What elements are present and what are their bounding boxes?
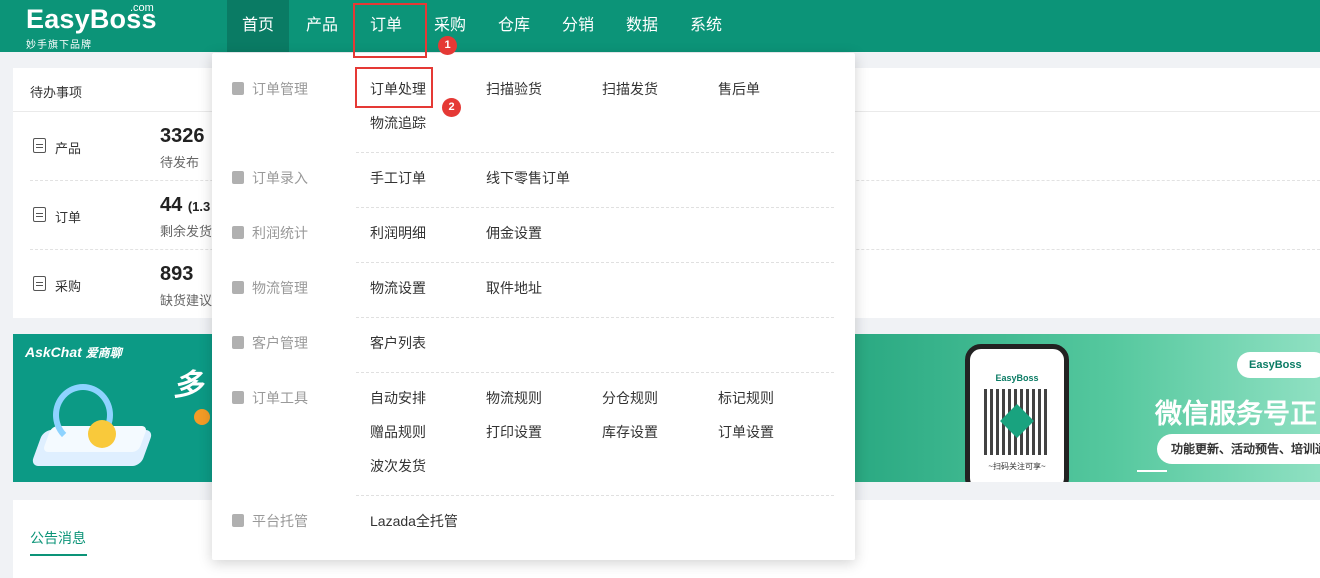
menu-order-processing[interactable]: 订单处理 bbox=[370, 79, 426, 99]
easyboss-badge: EasyBoss bbox=[1237, 352, 1320, 378]
menu-offline-retail-order[interactable]: 线下零售订单 bbox=[486, 168, 570, 188]
todo-row-sub: 缺货建议 bbox=[160, 293, 213, 308]
cat-label: 平台托管 bbox=[252, 513, 308, 529]
menu-after-sales[interactable]: 售后单 bbox=[718, 79, 760, 99]
menu-inventory-settings[interactable]: 库存设置 bbox=[602, 422, 658, 442]
nav-warehouse[interactable]: 仓库 bbox=[483, 0, 545, 52]
todo-row-value-extra: (1.3 bbox=[187, 199, 211, 214]
order-clipboard-icon bbox=[33, 207, 46, 222]
askchat-brand: AskChat 爱商聊 bbox=[25, 344, 122, 361]
wechat-banner-title: 微信服务号正 bbox=[1155, 399, 1317, 429]
todo-row-sub: 剩余发货 bbox=[160, 224, 213, 239]
phone-brand-text: EasyBoss bbox=[995, 373, 1039, 383]
cat-order-tools: 订单工具 bbox=[232, 388, 308, 408]
todo-row-number: 44 bbox=[160, 194, 183, 216]
cat-label: 订单工具 bbox=[252, 390, 308, 406]
nav-home[interactable]: 首页 bbox=[227, 0, 289, 52]
nav-system[interactable]: 系统 bbox=[675, 0, 737, 52]
logistics-truck-icon bbox=[232, 281, 244, 294]
cat-label: 利润统计 bbox=[252, 225, 308, 241]
nav-order[interactable]: 订单 bbox=[355, 0, 417, 52]
cat-order-manage: 订单管理 bbox=[232, 79, 308, 99]
askchat-banner[interactable]: AskChat 爱商聊 多 bbox=[13, 334, 213, 482]
todo-row-number: 893 bbox=[160, 263, 194, 285]
logo-subtitle: 妙手旗下品牌 bbox=[26, 40, 92, 51]
notice-tab-underline bbox=[30, 554, 87, 556]
cat-profit-stats: 利润统计 bbox=[232, 223, 308, 243]
menu-customer-list[interactable]: 客户列表 bbox=[370, 333, 426, 353]
platform-hosting-icon bbox=[232, 514, 244, 527]
phone-caption: ~扫码关注可享~ bbox=[988, 462, 1046, 471]
menu-lazada-hosting[interactable]: Lazada全托管 bbox=[370, 511, 458, 531]
product-list-icon bbox=[33, 138, 46, 153]
askchat-brand-cn: 爱商聊 bbox=[85, 346, 122, 360]
menu-divider bbox=[356, 152, 834, 153]
menu-scan-ship[interactable]: 扫描发货 bbox=[602, 79, 658, 99]
menu-scan-inspect[interactable]: 扫描验货 bbox=[486, 79, 542, 99]
todo-title: 待办事项 bbox=[30, 85, 83, 100]
menu-warehouse-rules[interactable]: 分仓规则 bbox=[602, 388, 658, 408]
menu-commission-settings[interactable]: 佣金设置 bbox=[486, 223, 542, 243]
cat-label: 物流管理 bbox=[252, 280, 308, 296]
phone-mockup: EasyBoss ~扫码关注可享~ bbox=[965, 344, 1069, 482]
todo-row-sub: 待发布 bbox=[160, 155, 200, 170]
menu-gift-rules[interactable]: 赠品规则 bbox=[370, 422, 426, 442]
menu-divider bbox=[356, 207, 834, 208]
banner-dash-decoration bbox=[1137, 470, 1167, 472]
menu-order-settings[interactable]: 订单设置 bbox=[718, 422, 774, 442]
todo-row-value[interactable]: 3326 bbox=[160, 125, 205, 148]
todo-row-number: 3326 bbox=[160, 125, 205, 147]
order-manage-icon bbox=[232, 82, 244, 95]
menu-logistics-settings[interactable]: 物流设置 bbox=[370, 278, 426, 298]
cat-label: 客户管理 bbox=[252, 335, 308, 351]
menu-mark-rules[interactable]: 标记规则 bbox=[718, 388, 774, 408]
nav-distribution[interactable]: 分销 bbox=[547, 0, 609, 52]
cat-order-entry: 订单录入 bbox=[232, 168, 308, 188]
notice-tab[interactable]: 公告消息 bbox=[30, 528, 86, 548]
menu-manual-order[interactable]: 手工订单 bbox=[370, 168, 426, 188]
order-dropdown-menu: 订单管理 订单录入 利润统计 物流管理 客户管理 订单工具 平台托管 订单处理 … bbox=[212, 53, 855, 560]
menu-print-settings[interactable]: 打印设置 bbox=[486, 422, 542, 442]
menu-logistics-tracking[interactable]: 物流追踪 bbox=[370, 113, 426, 133]
todo-row-value[interactable]: 44 (1.3 bbox=[160, 194, 210, 217]
todo-row-label: 产品 bbox=[55, 141, 82, 156]
easyboss-logo[interactable]: EasyBoss .com 妙手旗下品牌 bbox=[26, 2, 157, 51]
menu-divider bbox=[356, 262, 834, 263]
cat-label: 订单管理 bbox=[252, 81, 308, 97]
step-badge-2: 2 bbox=[442, 98, 461, 117]
step-badge-1: 1 bbox=[438, 36, 457, 55]
todo-row-label: 订单 bbox=[55, 210, 82, 225]
banner-partial-text: 多 bbox=[173, 369, 203, 402]
nav-product[interactable]: 产品 bbox=[291, 0, 353, 52]
menu-pickup-address[interactable]: 取件地址 bbox=[486, 278, 542, 298]
menu-wave-shipping[interactable]: 波次发货 bbox=[370, 456, 426, 476]
cat-platform-hosting: 平台托管 bbox=[232, 511, 308, 531]
headset-ear-graphic bbox=[88, 420, 116, 448]
profit-stats-icon bbox=[232, 226, 244, 239]
check-badge-icon bbox=[194, 409, 210, 425]
todo-row-label: 采购 bbox=[55, 279, 82, 294]
nav-data[interactable]: 数据 bbox=[611, 0, 673, 52]
menu-divider bbox=[356, 372, 834, 373]
todo-row-value[interactable]: 893 bbox=[160, 263, 193, 286]
askchat-brand-text: AskChat bbox=[25, 344, 82, 360]
wechat-service-banner[interactable]: EasyBoss ~扫码关注可享~ EasyBoss 微信服务号正 功能更新、活… bbox=[855, 334, 1320, 482]
logo-domain: .com bbox=[130, 2, 154, 14]
cat-label: 订单录入 bbox=[252, 170, 308, 186]
order-entry-icon bbox=[232, 171, 244, 184]
menu-divider bbox=[356, 495, 834, 496]
purchase-doc-icon bbox=[33, 276, 46, 291]
order-tools-icon bbox=[232, 391, 244, 404]
top-navigation-bar: EasyBoss .com 妙手旗下品牌 首页 产品 订单 采购 仓库 分销 数… bbox=[0, 0, 1320, 52]
cat-logistics: 物流管理 bbox=[232, 278, 308, 298]
wechat-banner-pill: 功能更新、活动预告、培训通 bbox=[1157, 434, 1320, 464]
menu-logistics-rules[interactable]: 物流规则 bbox=[486, 388, 542, 408]
menu-auto-arrange[interactable]: 自动安排 bbox=[370, 388, 426, 408]
customer-icon bbox=[232, 336, 244, 349]
menu-divider bbox=[356, 317, 834, 318]
menu-profit-detail[interactable]: 利润明细 bbox=[370, 223, 426, 243]
cat-customer: 客户管理 bbox=[232, 333, 308, 353]
